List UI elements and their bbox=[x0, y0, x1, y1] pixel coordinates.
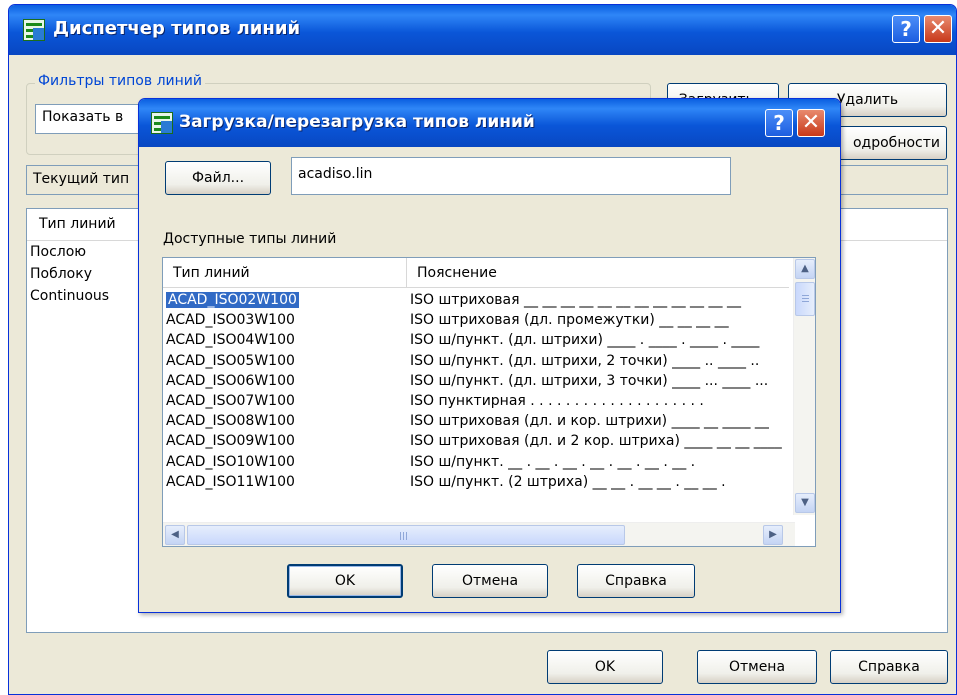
linetype-description: ISO штриховая (дл. и кор. штрихи) ____ _… bbox=[410, 413, 769, 430]
linetype-name: ACAD_ISO06W100 bbox=[166, 372, 295, 389]
linetype-description: ISO штриховая (дл. и 2 кор. штриха) ____… bbox=[410, 433, 782, 450]
scroll-left-icon[interactable]: ◀ bbox=[165, 525, 185, 545]
load-linetypes-dialog: Загрузка/перезагрузка типов линий ? ✕ Фа… bbox=[138, 98, 841, 613]
table-row[interactable]: ACAD_ISO08W100 ISO штриховая (дл. и кор.… bbox=[163, 411, 789, 431]
outer-title: Диспетчер типов линий bbox=[53, 18, 301, 39]
vertical-scroll-thumb[interactable] bbox=[795, 282, 815, 316]
linetype-name: ACAD_ISO09W100 bbox=[166, 433, 295, 450]
linetype-rows: ACAD_ISO02W100 ISO штриховая __ __ __ __… bbox=[163, 290, 789, 492]
outer-list-header-linetype[interactable]: Тип линий bbox=[39, 216, 116, 232]
inner-title: Загрузка/перезагрузка типов линий bbox=[179, 112, 535, 132]
linetype-name: ACAD_ISO08W100 bbox=[166, 413, 295, 430]
inner-help-bottom-button[interactable]: Справка bbox=[577, 564, 695, 598]
outer-help-bottom-button[interactable]: Справка bbox=[830, 650, 948, 684]
table-row[interactable]: ACAD_ISO10W100 ISO ш/пункт. __ . __ . __… bbox=[163, 452, 789, 472]
horizontal-scroll-thumb[interactable] bbox=[187, 525, 625, 545]
file-path-field[interactable]: acadiso.lin bbox=[291, 157, 731, 195]
linetype-name: ACAD_ISO10W100 bbox=[166, 453, 295, 470]
app-icon bbox=[23, 19, 45, 41]
column-header-linetype[interactable]: Тип линий bbox=[163, 258, 406, 288]
linetype-description: ISO ш/пункт. (2 штриха) __ __ . __ __ . … bbox=[410, 473, 726, 490]
list-item[interactable]: Continuous bbox=[30, 288, 109, 304]
table-row[interactable]: ACAD_ISO11W100 ISO ш/пункт. (2 штриха) _… bbox=[163, 472, 789, 492]
table-row[interactable]: ACAD_ISO09W100 ISO штриховая (дл. и 2 ко… bbox=[163, 431, 789, 451]
scroll-down-icon[interactable]: ▼ bbox=[795, 493, 815, 513]
table-row[interactable]: ACAD_ISO06W100 ISO ш/пункт. (дл. штрихи,… bbox=[163, 371, 789, 391]
linetype-name: ACAD_ISO04W100 bbox=[166, 332, 295, 349]
linetype-description: ISO пунктирная . . . . . . . . . . . . .… bbox=[410, 392, 704, 409]
list-item[interactable]: Поблоку bbox=[30, 266, 92, 282]
list-item[interactable]: Послою bbox=[30, 244, 86, 260]
inner-close-button[interactable]: ✕ bbox=[797, 109, 825, 137]
linetype-description: ISO штриховая __ __ __ __ __ __ __ __ __… bbox=[410, 292, 741, 308]
linetype-description: ISO штриховая (дл. промежутки) __ __ __ … bbox=[410, 312, 729, 329]
inner-title-bar[interactable]: Загрузка/перезагрузка типов линий ? ✕ bbox=[139, 99, 840, 147]
app-icon bbox=[151, 112, 173, 134]
linetype-description: ISO ш/пункт. (дл. штрихи, 3 точки) ____ … bbox=[410, 372, 769, 389]
outer-help-button[interactable]: ? bbox=[892, 15, 920, 43]
linetype-name: ACAD_ISO02W100 bbox=[166, 292, 299, 308]
linetype-name: ACAD_ISO07W100 bbox=[166, 392, 295, 409]
inner-cancel-button[interactable]: Отмена bbox=[432, 564, 548, 598]
outer-cancel-button[interactable]: Отмена bbox=[697, 650, 817, 684]
list-header: Тип линий Пояснение bbox=[163, 258, 789, 288]
linetype-name: ACAD_ISO05W100 bbox=[166, 352, 295, 369]
table-row[interactable]: ACAD_ISO03W100 ISO штриховая (дл. промеж… bbox=[163, 310, 789, 330]
scroll-right-icon[interactable]: ▶ bbox=[763, 525, 783, 545]
linetype-description: ISO ш/пункт. (дл. штрихи, 2 точки) ____ … bbox=[410, 352, 760, 369]
scroll-up-icon[interactable]: ▲ bbox=[795, 259, 815, 279]
column-header-description[interactable]: Пояснение bbox=[406, 258, 789, 288]
current-type-label: Текущий тип bbox=[33, 171, 130, 187]
linetype-description: ISO ш/пункт. (дл. штрихи) ____ . ____ . … bbox=[410, 332, 760, 349]
filters-group-label: Фильтры типов линий bbox=[35, 73, 205, 89]
linetype-name: ACAD_ISO03W100 bbox=[166, 312, 295, 329]
file-button[interactable]: Файл... bbox=[165, 161, 271, 195]
available-linetypes-label: Доступные типы линий bbox=[163, 231, 337, 247]
table-row[interactable]: ACAD_ISO05W100 ISO ш/пункт. (дл. штрихи,… bbox=[163, 351, 789, 371]
table-row[interactable]: ACAD_ISO04W100 ISO ш/пункт. (дл. штрихи)… bbox=[163, 330, 789, 350]
vertical-scrollbar[interactable]: ▲ ▼ bbox=[793, 258, 815, 515]
outer-ok-button[interactable]: OK bbox=[547, 650, 663, 684]
horizontal-scrollbar[interactable]: ◀ ▶ bbox=[163, 522, 795, 546]
inner-help-button[interactable]: ? bbox=[765, 109, 793, 137]
available-linetypes-list[interactable]: Тип линий Пояснение ACAD_ISO02W100 ISO ш… bbox=[162, 257, 816, 547]
table-row[interactable]: ACAD_ISO07W100 ISO пунктирная . . . . . … bbox=[163, 391, 789, 411]
filter-select[interactable]: Показать в bbox=[35, 104, 155, 134]
table-row[interactable]: ACAD_ISO02W100 ISO штриховая __ __ __ __… bbox=[163, 290, 789, 310]
outer-title-bar[interactable]: Диспетчер типов линий ? ✕ bbox=[9, 5, 956, 55]
linetype-name: ACAD_ISO11W100 bbox=[166, 473, 295, 490]
linetype-description: ISO ш/пункт. __ . __ . __ . __ . __ . __… bbox=[410, 453, 696, 470]
inner-ok-button[interactable]: OK bbox=[287, 564, 403, 598]
outer-close-button[interactable]: ✕ bbox=[924, 15, 952, 43]
